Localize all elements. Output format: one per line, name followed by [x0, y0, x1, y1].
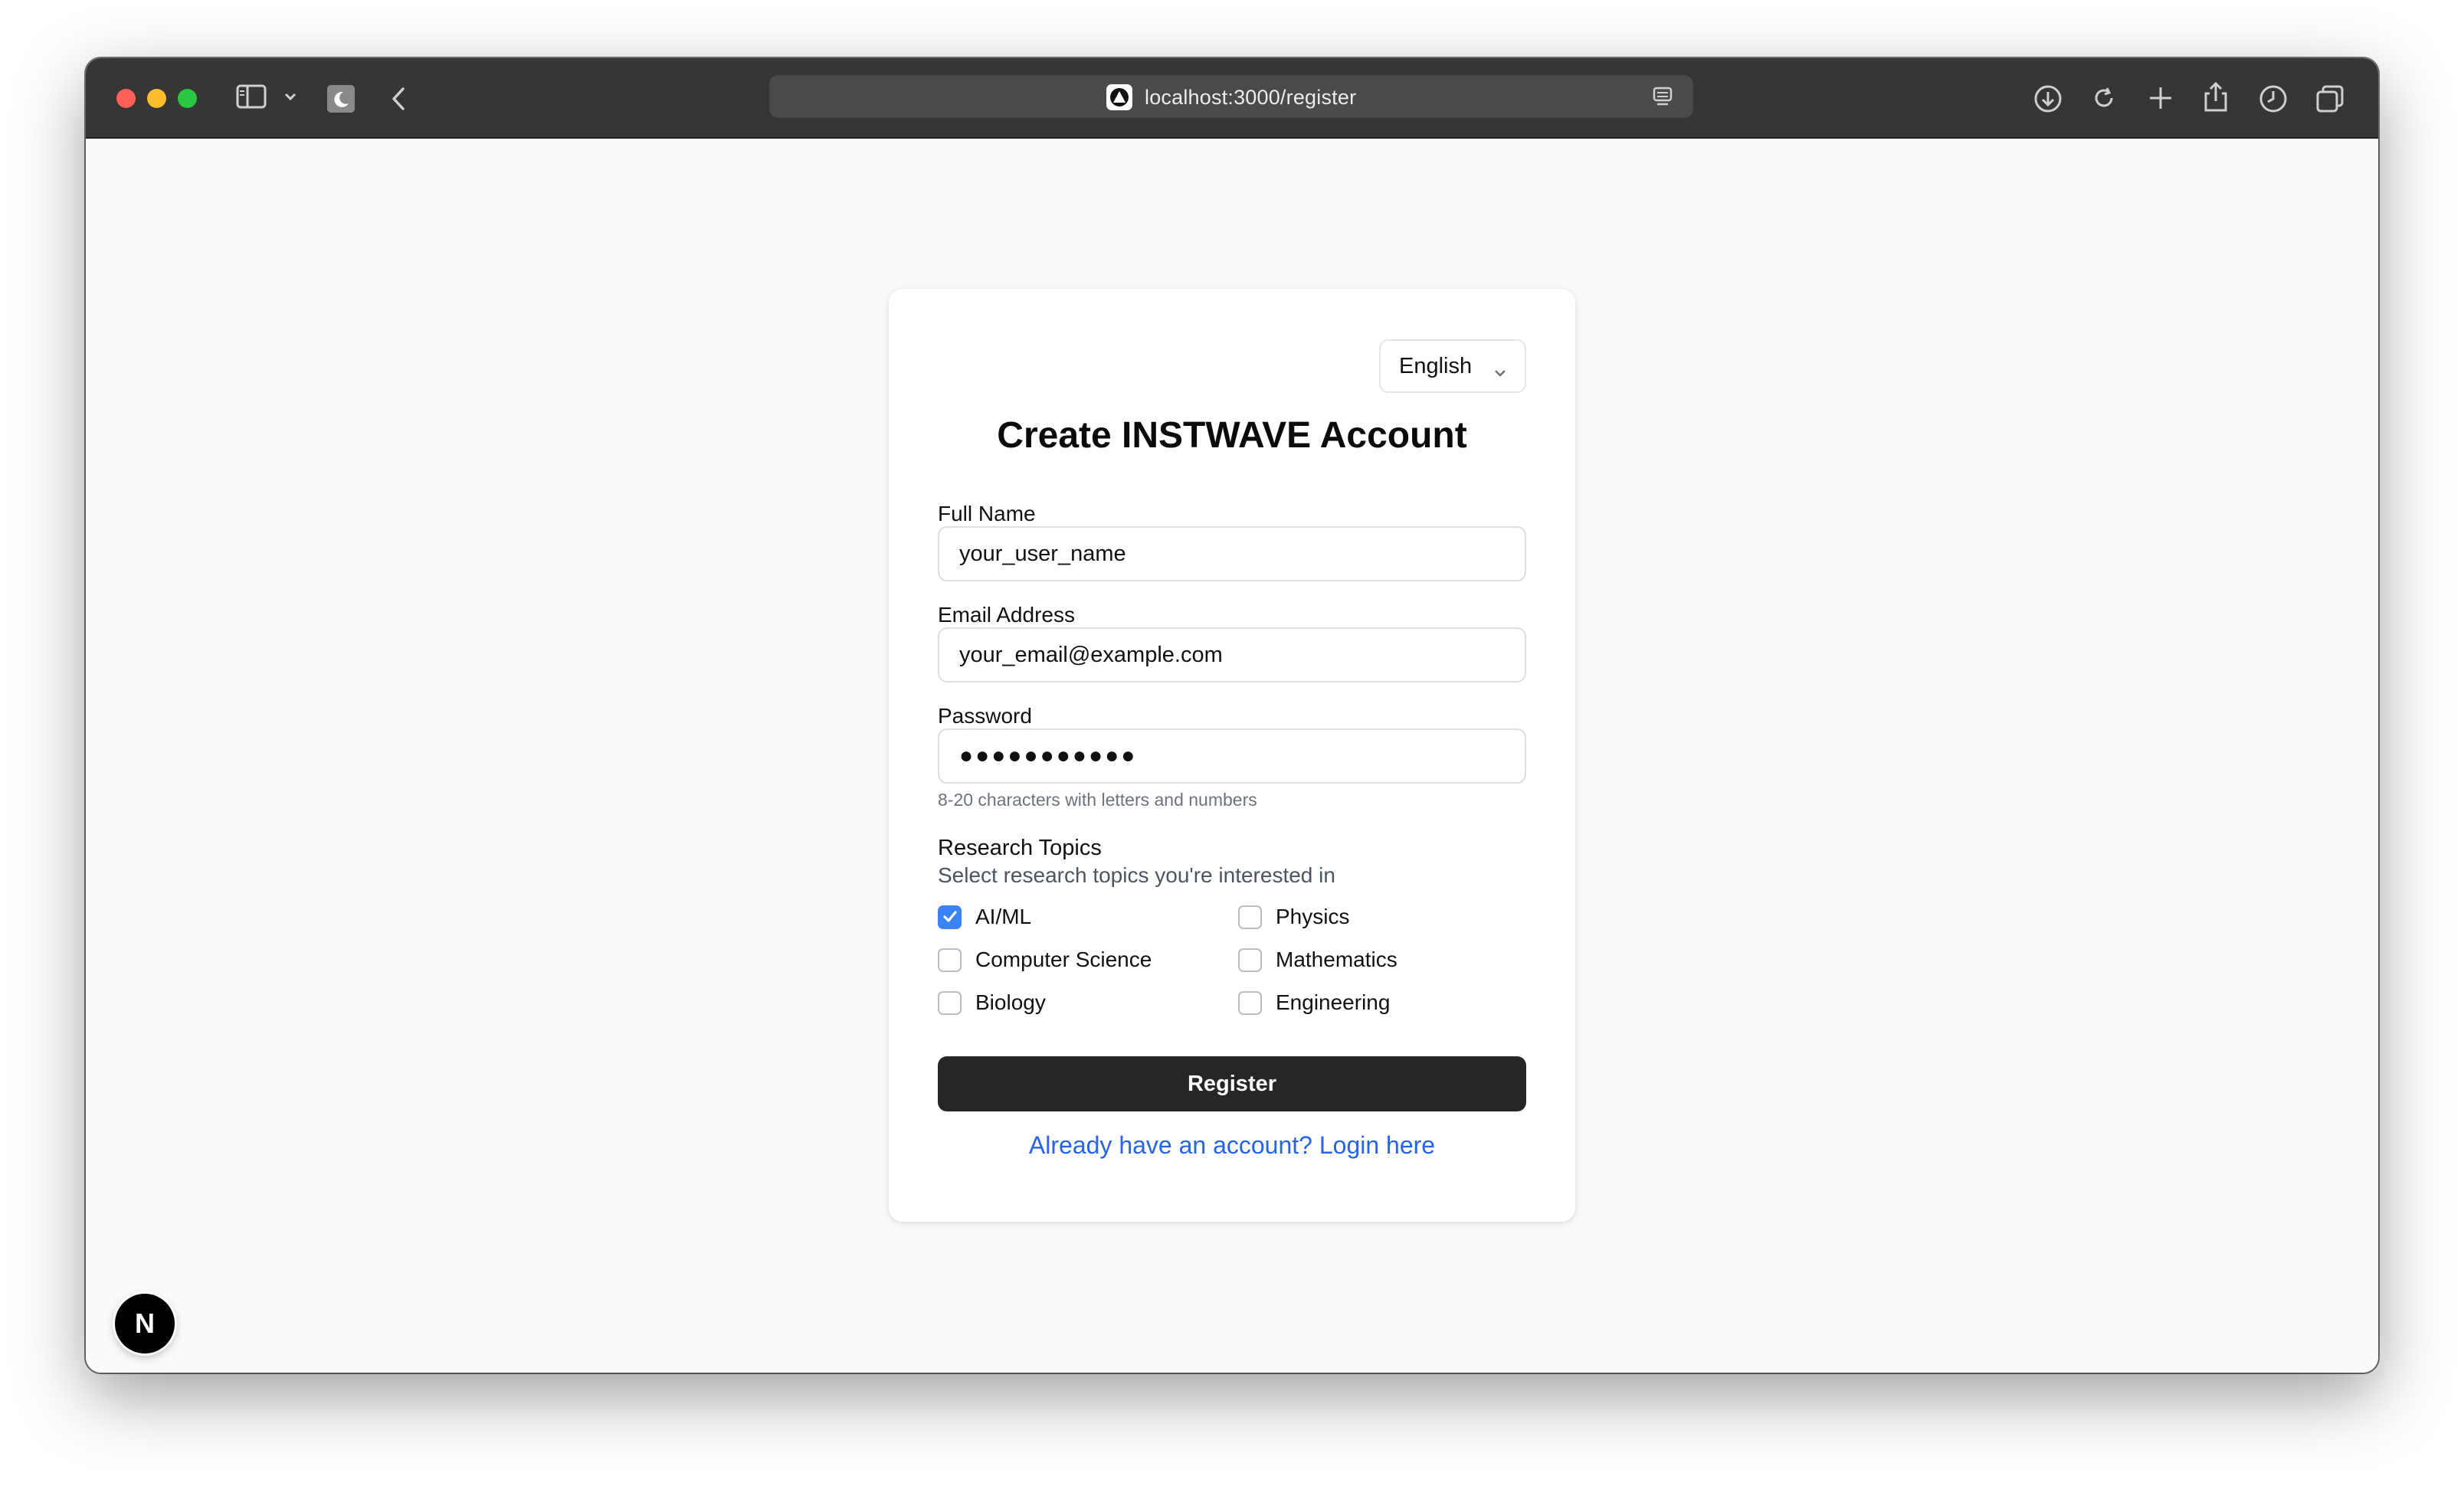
password-input[interactable]: ●●●●●●●●●●● [938, 728, 1526, 784]
sidebar-toggle-icon[interactable] [236, 84, 267, 109]
topic-label: Biology [975, 990, 1046, 1014]
back-icon[interactable] [389, 86, 408, 112]
site-favicon-icon [1106, 84, 1132, 110]
register-button[interactable]: Register [938, 1056, 1526, 1111]
full-name-label: Full Name [938, 502, 1036, 525]
topic-checkbox-biology[interactable]: Biology [938, 990, 1046, 1015]
topic-label: Engineering [1276, 990, 1391, 1014]
minimize-window-button[interactable] [147, 89, 166, 108]
browser-window: localhost:3000/register English Create I… [86, 58, 2378, 1373]
history-icon[interactable] [2259, 84, 2288, 113]
tab-overview-icon[interactable] [2315, 84, 2344, 113]
address-bar[interactable]: localhost:3000/register [769, 75, 1693, 118]
password-label: Password [938, 704, 1032, 728]
address-url: localhost:3000/register [1145, 86, 1357, 109]
password-hint: 8-20 characters with letters and numbers [938, 790, 1257, 810]
maximize-window-button[interactable] [178, 89, 197, 108]
checkbox-icon[interactable] [938, 948, 962, 972]
chevron-down-icon [1492, 359, 1508, 385]
new-tab-icon[interactable] [2147, 84, 2174, 112]
register-card: English Create INSTWAVE Account Full Nam… [889, 289, 1575, 1222]
download-icon[interactable] [2033, 84, 2063, 113]
extension-icon[interactable] [326, 84, 356, 113]
page-content: English Create INSTWAVE Account Full Nam… [86, 139, 2378, 1373]
chevron-down-icon[interactable] [283, 92, 297, 101]
reload-icon[interactable] [2090, 84, 2118, 112]
page-title: Create INSTWAVE Account [997, 415, 1467, 456]
checkbox-checked-icon[interactable] [938, 905, 962, 929]
full-name-input[interactable]: your_user_name [938, 526, 1526, 581]
login-link[interactable]: Already have an account? Login here [889, 1131, 1575, 1160]
topic-label: Mathematics [1276, 948, 1397, 971]
browser-toolbar: localhost:3000/register [86, 58, 2378, 139]
topic-checkbox-engineering[interactable]: Engineering [1238, 990, 1390, 1015]
reader-mode-icon[interactable] [1652, 86, 1673, 107]
topic-label: AI/ML [975, 905, 1032, 928]
email-input[interactable]: your_email@example.com [938, 627, 1526, 682]
research-topics-label: Research Topics [938, 836, 1102, 860]
topic-checkbox-ai-ml[interactable]: AI/ML [938, 905, 1031, 929]
close-window-button[interactable] [116, 89, 136, 108]
share-icon[interactable] [2202, 81, 2230, 113]
language-select[interactable]: English [1379, 339, 1526, 393]
checkbox-icon[interactable] [1238, 948, 1262, 972]
research-topics-description: Select research topics you're interested… [938, 863, 1335, 887]
checkbox-icon[interactable] [938, 990, 962, 1015]
nextjs-dev-badge[interactable]: N [115, 1294, 175, 1353]
email-label: Email Address [938, 603, 1075, 627]
topic-checkbox-mathematics[interactable]: Mathematics [1238, 948, 1397, 972]
topic-label: Computer Science [975, 948, 1152, 971]
checkbox-icon[interactable] [1238, 905, 1262, 929]
topic-checkbox-physics[interactable]: Physics [1238, 905, 1349, 929]
topic-label: Physics [1276, 905, 1350, 928]
checkbox-icon[interactable] [1238, 990, 1262, 1015]
language-value: English [1399, 353, 1473, 378]
topic-checkbox-computer-science[interactable]: Computer Science [938, 948, 1152, 972]
